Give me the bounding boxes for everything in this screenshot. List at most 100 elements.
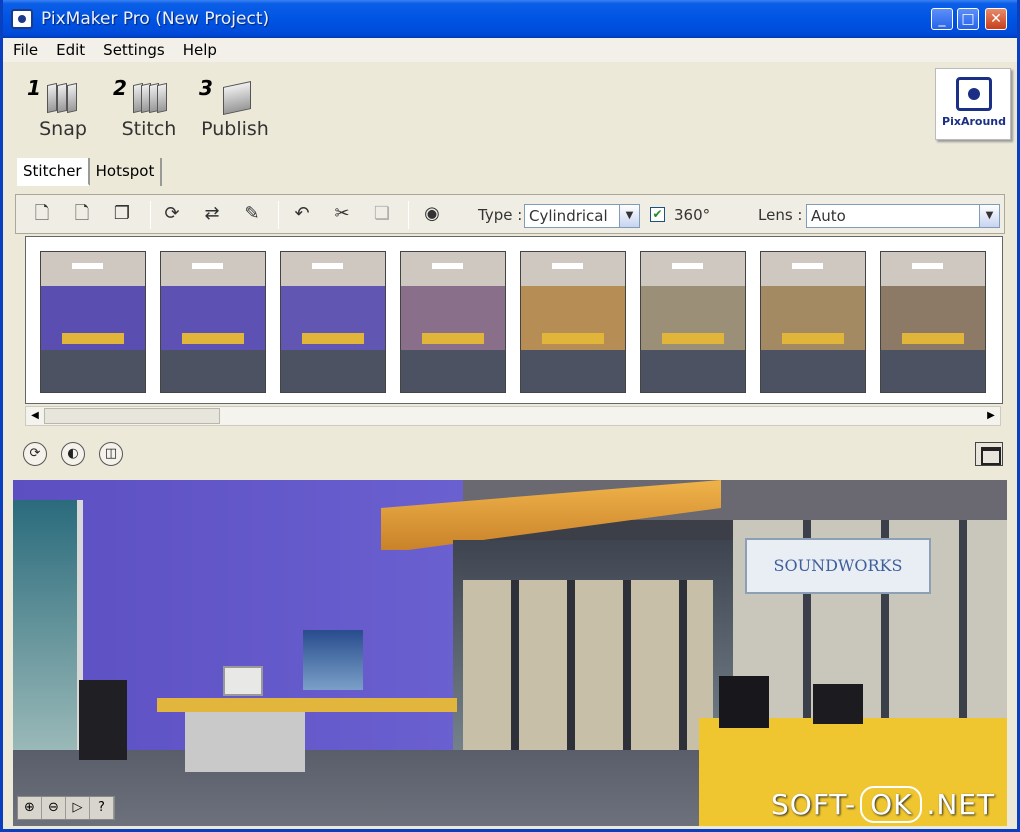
thumb-ceiling	[641, 252, 745, 286]
step-label: Publish	[201, 118, 269, 140]
insert-image-icon[interactable]: 🗋	[70, 203, 94, 225]
step-number: 1	[27, 76, 41, 100]
stitch-step-button[interactable]: 2 Stitch	[107, 72, 191, 144]
image-thumbnail[interactable]	[640, 251, 746, 393]
image-thumbnail[interactable]	[400, 251, 506, 393]
label-360: 360°	[674, 206, 711, 224]
edit-image-icon[interactable]: ✎	[240, 203, 264, 225]
watermark-ok: OK	[860, 786, 923, 823]
image-thumbnail[interactable]	[880, 251, 986, 393]
undo-icon[interactable]: ↶	[290, 203, 314, 225]
snap-step-button[interactable]: 1 Snap	[21, 72, 105, 144]
type-label: Type :	[478, 206, 523, 224]
window-title: PixMaker Pro (New Project)	[41, 9, 270, 29]
thumb-floor	[401, 350, 505, 392]
zoom-out-icon[interactable]: ⊖	[42, 797, 66, 819]
lens-value: Auto	[811, 207, 846, 225]
toolbar-divider	[150, 201, 151, 229]
poster-panel	[13, 500, 83, 750]
panorama-preview[interactable]: SOUNDWORKS	[13, 480, 1007, 826]
thumb-desk	[301, 333, 365, 345]
speaker	[79, 680, 127, 760]
menu-file[interactable]: File	[13, 41, 38, 59]
speaker	[719, 676, 769, 728]
thumb-light	[432, 263, 464, 269]
tab-hotspot[interactable]: Hotspot	[90, 158, 163, 186]
speaker	[813, 684, 863, 724]
preview-eye-icon[interactable]: ◉	[420, 203, 444, 225]
thumb-desk	[541, 333, 605, 345]
image-thumbnail[interactable]	[40, 251, 146, 393]
horizontal-scrollbar[interactable]: ◀ ▶	[25, 406, 1001, 426]
zoom-controls: ⊕ ⊖ ▷ ?	[17, 796, 115, 820]
desk-panel	[185, 712, 305, 772]
image-thumbnail[interactable]	[160, 251, 266, 393]
close-button[interactable]: ✕	[985, 8, 1007, 30]
menu-settings[interactable]: Settings	[103, 41, 165, 59]
display-poster	[303, 630, 363, 690]
thumb-light	[312, 263, 344, 269]
menu-help[interactable]: Help	[183, 41, 217, 59]
thumb-desk	[781, 333, 845, 345]
thumb-ceiling	[761, 252, 865, 286]
thumb-floor	[281, 350, 385, 392]
thumb-floor	[521, 350, 625, 392]
watermark-right: .NET	[926, 788, 996, 821]
thumb-floor	[641, 350, 745, 392]
minimize-button[interactable]: _	[931, 8, 953, 30]
chevron-down-icon[interactable]: ▼	[979, 205, 999, 227]
title-bar[interactable]: PixMaker Pro (New Project) _ □ ✕	[3, 0, 1017, 38]
glass-doors	[463, 580, 713, 750]
thumb-ceiling	[881, 252, 985, 286]
publish-step-button[interactable]: 3 Publish	[193, 72, 277, 144]
image-thumbnail[interactable]	[520, 251, 626, 393]
image-thumbnail[interactable]	[760, 251, 866, 393]
chevron-down-icon[interactable]: ▼	[619, 205, 639, 227]
refresh-preview-icon[interactable]: ⟳	[23, 442, 47, 466]
thumb-desk	[901, 333, 965, 345]
tab-stitcher[interactable]: Stitcher	[17, 158, 90, 186]
menu-bar: File Edit Settings Help	[3, 38, 1017, 62]
watermark-left: SOFT-	[771, 788, 857, 821]
lens-select[interactable]: Auto ▼	[806, 204, 1000, 228]
copy-pages-icon[interactable]: ❐	[110, 203, 134, 225]
watermark: SOFT- OK .NET	[771, 786, 995, 823]
zoom-in-icon[interactable]: ⊕	[18, 797, 42, 819]
app-icon[interactable]	[11, 9, 33, 29]
toolbar-divider	[278, 201, 279, 229]
split-view-icon[interactable]: ◫	[99, 442, 123, 466]
lens-label: Lens :	[758, 206, 803, 224]
add-image-icon[interactable]: 🗋	[30, 203, 54, 225]
thumbnail-strip	[25, 236, 1003, 404]
paste-icon[interactable]: ❏	[370, 203, 394, 225]
step-label: Stitch	[121, 118, 177, 140]
thumb-light	[192, 263, 224, 269]
scrollbar-thumb[interactable]	[44, 408, 220, 424]
checkbox-360[interactable]: ✔	[650, 207, 665, 222]
thumb-floor	[881, 350, 985, 392]
step-number: 3	[199, 76, 213, 100]
contrast-icon[interactable]: ◐	[61, 442, 85, 466]
play-icon[interactable]: ▷	[66, 797, 90, 819]
fullscreen-button[interactable]	[975, 442, 1003, 466]
projection-type-select[interactable]: Cylindrical ▼	[524, 204, 640, 228]
rotate-icon[interactable]: ⟳	[160, 203, 184, 225]
help-icon[interactable]: ?	[90, 797, 114, 819]
cut-icon[interactable]: ✂	[330, 203, 354, 225]
soundworks-sign: SOUNDWORKS	[745, 538, 931, 594]
thumb-ceiling	[401, 252, 505, 286]
swap-icon[interactable]: ⇄	[200, 203, 224, 225]
step-label: Snap	[39, 118, 87, 140]
scroll-left-icon[interactable]: ◀	[28, 409, 42, 423]
thumb-floor	[161, 350, 265, 392]
eye-icon	[956, 77, 992, 111]
scroll-right-icon[interactable]: ▶	[984, 409, 998, 423]
type-value: Cylindrical	[529, 207, 608, 225]
thumb-light	[792, 263, 824, 269]
publish-icon	[217, 80, 261, 115]
image-thumbnail[interactable]	[280, 251, 386, 393]
maximize-button[interactable]: □	[957, 8, 979, 30]
pixaround-logo[interactable]: PixAround	[935, 68, 1011, 140]
menu-edit[interactable]: Edit	[56, 41, 85, 59]
thumb-light	[912, 263, 944, 269]
